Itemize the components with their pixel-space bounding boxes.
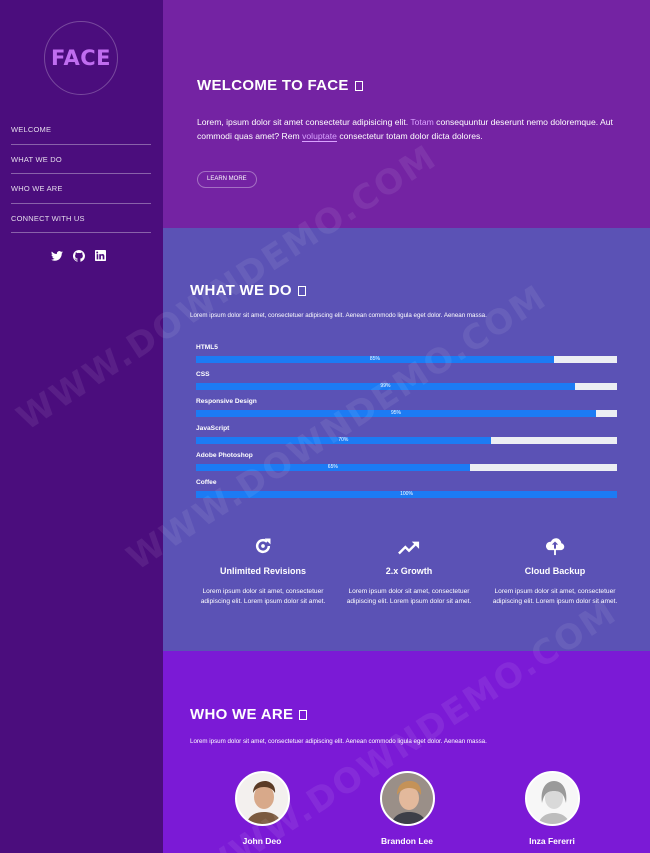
- what-we-do-title-text: WHAT WE DO: [190, 282, 292, 299]
- welcome-paragraph: Lorem, ipsum dolor sit amet consectetur …: [197, 116, 617, 143]
- team-member[interactable]: John Deo: [217, 771, 307, 846]
- service-title: Cloud Backup: [524, 566, 586, 576]
- cloud-upload-icon: [482, 528, 628, 556]
- service-title: 2.x Growth: [385, 566, 433, 576]
- skill-item: Coffee 100%: [196, 479, 617, 506]
- skill-progress-bar: 65%: [196, 464, 617, 471]
- skill-name: HTML5: [196, 344, 218, 351]
- skill-name: JavaScript: [196, 425, 230, 432]
- avatar: [234, 771, 290, 826]
- welcome-link-voluptate[interactable]: voluptate: [302, 130, 337, 142]
- skill-progress-bar: 99%: [196, 383, 617, 390]
- skill-progress-bar: 95%: [196, 410, 617, 417]
- who-we-are-title-text: WHO WE ARE: [190, 706, 294, 723]
- sidebar: FACE WELCOME WHAT WE DO WHO WE ARE CONNE…: [0, 0, 163, 853]
- welcome-link-totam[interactable]: Totam: [410, 117, 433, 127]
- service-card: Unlimited Revisions Lorem ipsum dolor si…: [190, 528, 336, 607]
- team-member-name: Inza Fererri: [529, 836, 575, 846]
- title-glyph-icon: [297, 286, 306, 296]
- team-member-name: John Deo: [242, 836, 282, 846]
- skill-percent-label: 100%: [400, 491, 413, 497]
- welcome-text-part: Lorem, ipsum dolor sit amet consectetur …: [197, 117, 411, 127]
- skill-name: Adobe Photoshop: [196, 452, 253, 459]
- skill-item: HTML5 85%: [196, 344, 617, 371]
- skills-list: HTML5 85% CSS 99% Responsive Design 95% …: [196, 344, 617, 506]
- title-glyph-icon: [354, 81, 363, 91]
- skill-item: JavaScript 70%: [196, 425, 617, 452]
- skill-percent-label: 99%: [380, 383, 391, 389]
- who-we-are-intro: Lorem ipsum dolor sit amet, consectetuer…: [190, 738, 487, 745]
- skill-item: Adobe Photoshop 65%: [196, 452, 617, 479]
- welcome-title: WELCOME TO FACE: [197, 77, 363, 94]
- refresh-icon: [190, 528, 336, 556]
- team-member[interactable]: Inza Fererri: [507, 771, 597, 846]
- service-card: Cloud Backup Lorem ipsum dolor sit amet,…: [482, 528, 628, 607]
- what-we-do-intro: Lorem ipsum dolor sit amet, consectetuer…: [190, 312, 487, 319]
- learn-more-button[interactable]: LEARN MORE: [197, 171, 257, 188]
- skill-percent-label: 95%: [390, 410, 401, 416]
- nav-item-what-we-do[interactable]: WHAT WE DO: [11, 145, 151, 174]
- skill-name: Responsive Design: [196, 398, 257, 405]
- who-we-are-section: WHO WE ARE Lorem ipsum dolor sit amet, c…: [163, 651, 650, 853]
- who-we-are-title: WHO WE ARE: [190, 706, 308, 723]
- nav-item-who-we-are[interactable]: WHO WE ARE: [11, 174, 151, 204]
- team-member-name: Brandon Lee: [381, 836, 433, 846]
- skill-percent-label: 85%: [369, 356, 380, 362]
- skill-progress-bar: 85%: [196, 356, 617, 363]
- skill-progress-bar: 70%: [196, 437, 617, 444]
- logo[interactable]: FACE: [44, 21, 118, 95]
- linkedin-icon[interactable]: [94, 249, 107, 262]
- skill-name: Coffee: [196, 479, 217, 486]
- welcome-section: WELCOME TO FACE Lorem, ipsum dolor sit a…: [163, 0, 650, 228]
- team-member[interactable]: Brandon Lee: [362, 771, 452, 846]
- avatar: [524, 771, 580, 826]
- nav-item-connect-with-us[interactable]: CONNECT WITH US: [11, 204, 151, 233]
- skill-percent-label: 65%: [327, 464, 338, 470]
- service-text: Lorem ipsum dolor sit amet, consectetuer…: [200, 588, 326, 605]
- welcome-text-part: consectetur totam dolor dicta dolores.: [336, 130, 483, 141]
- logo-text: FACE: [51, 46, 111, 70]
- skill-percent-label: 70%: [338, 437, 349, 443]
- avatar: [379, 771, 435, 826]
- github-icon[interactable]: [72, 249, 85, 262]
- skill-name: CSS: [196, 371, 210, 378]
- growth-chart-icon: [336, 528, 482, 556]
- service-card: 2.x Growth Lorem ipsum dolor sit amet, c…: [336, 528, 482, 607]
- services-row: Unlimited Revisions Lorem ipsum dolor si…: [190, 528, 630, 607]
- service-title: Unlimited Revisions: [219, 566, 307, 576]
- service-text: Lorem ipsum dolor sit amet, consectetuer…: [346, 588, 472, 605]
- sidebar-nav: WELCOME WHAT WE DO WHO WE ARE CONNECT WI…: [11, 115, 151, 233]
- skill-progress-bar: 100%: [196, 491, 617, 498]
- skill-item: CSS 99%: [196, 371, 617, 398]
- nav-item-welcome[interactable]: WELCOME: [11, 115, 151, 145]
- twitter-icon[interactable]: [50, 249, 63, 262]
- skill-item: Responsive Design 95%: [196, 398, 617, 425]
- social-links: [50, 249, 107, 262]
- service-text: Lorem ipsum dolor sit amet, consectetuer…: [492, 588, 618, 605]
- what-we-do-section: WHAT WE DO Lorem ipsum dolor sit amet, c…: [163, 228, 650, 651]
- what-we-do-title: WHAT WE DO: [190, 282, 306, 299]
- title-glyph-icon: [299, 710, 308, 720]
- welcome-title-text: WELCOME TO FACE: [197, 77, 349, 94]
